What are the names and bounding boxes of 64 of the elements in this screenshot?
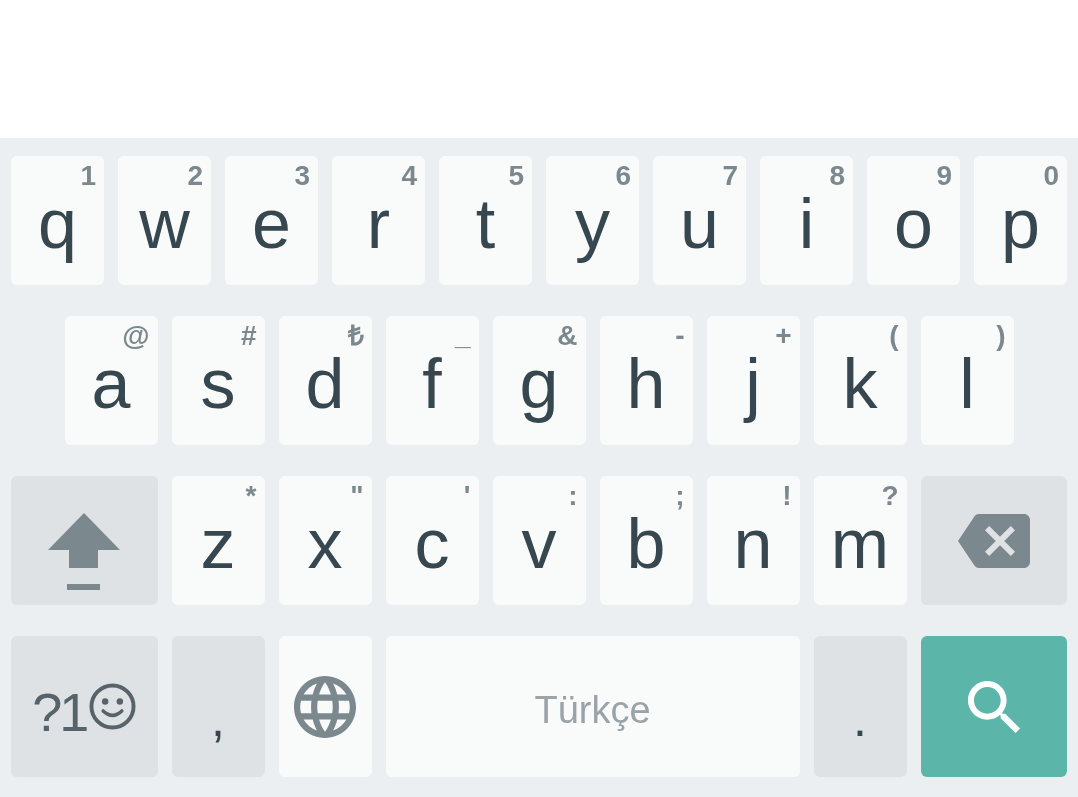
key-hint: ? (881, 482, 899, 510)
letter-key[interactable]: l ) (920, 316, 1014, 445)
letter-key[interactable]: g & (492, 316, 586, 445)
key-hint: 0 (1043, 162, 1059, 190)
letter-key[interactable]: i 8 (760, 156, 853, 285)
letter-key[interactable]: k ( (813, 316, 907, 445)
letter-key[interactable]: j + (706, 316, 800, 445)
key-hint: : (568, 482, 578, 510)
letter-key[interactable]: y 6 (546, 156, 639, 285)
letter-key[interactable]: n ! (706, 476, 800, 605)
punctuation-key[interactable]: , (171, 636, 265, 777)
key-hint: - (675, 322, 685, 350)
key-hint: 9 (936, 162, 952, 190)
letter-key[interactable]: v : (492, 476, 586, 605)
key-hint: # (240, 322, 257, 350)
letter-key[interactable]: t 5 (439, 156, 532, 285)
key-hint: 2 (187, 162, 203, 190)
key-hint: & (557, 322, 578, 350)
letter-key[interactable]: b ; (599, 476, 693, 605)
key-hint: ( (889, 322, 899, 350)
punctuation-key[interactable]: . (813, 636, 907, 777)
key-hint: " (350, 482, 364, 510)
letter-key[interactable]: r 4 (332, 156, 425, 285)
key-hint: 5 (508, 162, 524, 190)
key-hint: ! (782, 482, 792, 510)
letter-key[interactable]: p 0 (974, 156, 1067, 285)
globe-icon (294, 675, 356, 738)
letter-key[interactable]: a @ (64, 316, 158, 445)
letter-key[interactable]: o 9 (867, 156, 960, 285)
key-hint: ' (463, 482, 471, 510)
letter-key[interactable]: u 7 (653, 156, 746, 285)
smiley-icon (89, 683, 137, 730)
letter-key[interactable]: m ? (813, 476, 907, 605)
language-key[interactable] (278, 636, 372, 777)
search-icon (967, 680, 1020, 733)
shift-key[interactable] (11, 476, 158, 605)
key-hint: 1 (80, 162, 96, 190)
letter-key[interactable]: f _ (385, 316, 479, 445)
key-hint: 8 (829, 162, 845, 190)
key-hint: 3 (294, 162, 310, 190)
key-hint: 7 (722, 162, 738, 190)
key-hint: 4 (401, 162, 417, 190)
up-arrow-icon (48, 513, 121, 590)
letter-key[interactable]: s # (171, 316, 265, 445)
letter-key[interactable]: c ' (385, 476, 479, 605)
letter-key[interactable]: e 3 (225, 156, 318, 285)
key-hint: 6 (615, 162, 631, 190)
letter-key[interactable]: w 2 (118, 156, 211, 285)
letter-key[interactable]: x " (278, 476, 372, 605)
key-hint: ₺ (347, 322, 364, 350)
key-hint: + (775, 322, 792, 350)
key-hint: * (245, 482, 257, 510)
key-hint: ) (996, 322, 1006, 350)
search-key[interactable] (920, 636, 1067, 777)
key-hint: _ (454, 322, 471, 350)
key-hint: @ (122, 322, 150, 350)
letter-key[interactable]: h - (599, 316, 693, 445)
symbols-key[interactable]: ?1 (11, 636, 158, 777)
letter-key[interactable]: q 1 (11, 156, 104, 285)
key-hint: ; (675, 482, 685, 510)
letter-key[interactable]: d ₺ (278, 316, 372, 445)
letter-key[interactable]: z * (171, 476, 265, 605)
backspace-key[interactable] (920, 476, 1067, 605)
backspace-icon (957, 513, 1030, 568)
